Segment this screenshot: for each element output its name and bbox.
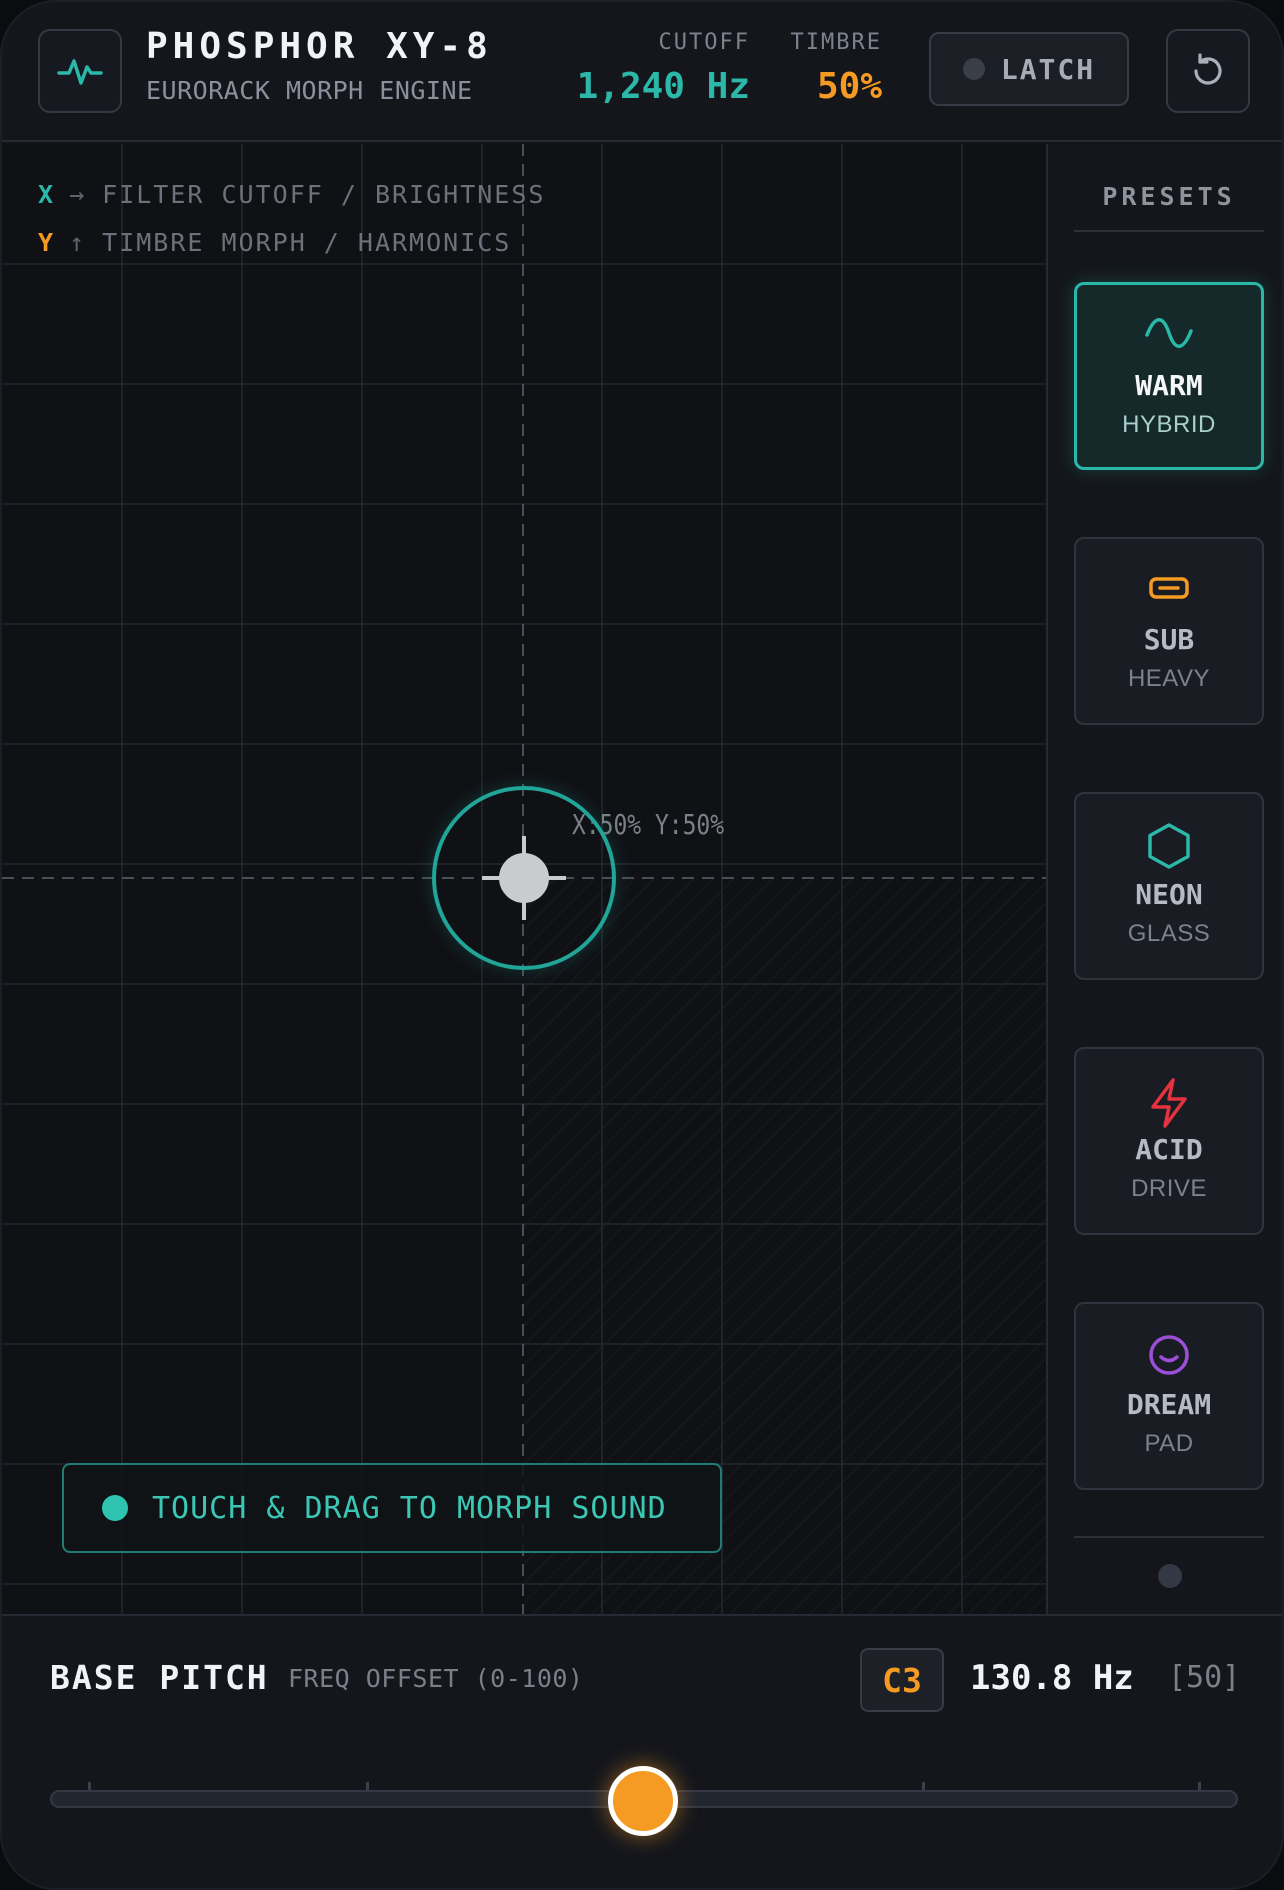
preset-sub: HYBRID [1122,411,1216,438]
presets-scroll-indicator[interactable] [1158,1564,1182,1588]
slider-tick [922,1782,925,1790]
latch-button[interactable]: LATCH [929,32,1129,106]
hint-text: TOUCH & DRAG TO MORPH SOUND [152,1490,667,1526]
preset-name: SUB [1143,623,1195,656]
latch-indicator [962,58,985,80]
latch-label: LATCH [1000,52,1096,86]
frequency-value: 130.8 Hz [970,1658,1134,1698]
app-subtitle: EURORACK MORPH ENGINE [146,76,473,105]
y-axis-label: TIMBRE MORPH / HARMONICS [102,228,512,257]
reset-button[interactable] [1166,29,1250,113]
slider-tick [1198,1782,1201,1790]
lightning-icon [1151,1078,1187,1128]
app-title: PHOSPHOR XY-8 [146,26,493,67]
xy-pad[interactable]: X → FILTER CUTOFF / BRIGHTNESS Y ↑ TIMBRE MO… [2,144,1046,1614]
preset-sub: GLASS [1127,920,1211,947]
preset-warm[interactable]: WARM HYBRID [1074,282,1264,470]
header: PHOSPHOR XY-8 EURORACK MORPH ENGINE CUTO… [2,2,1282,142]
preset-name: NEON [1135,878,1203,911]
x-axis-arrow: → [69,180,87,209]
y-axis-letter: Y [38,228,56,257]
y-axis-legend: Y ↑ TIMBRE MORPH / HARMONICS [38,228,511,257]
x-axis-legend: X → FILTER CUTOFF / BRIGHTNESS [38,180,545,209]
reset-icon [1194,53,1222,85]
base-pitch-panel: BASE PITCH FREQ OFFSET (0-100) C3 130.8 … [2,1614,1282,1888]
pulse-icon [38,29,122,113]
base-pitch-subtitle: FREQ OFFSET (0-100) [288,1664,584,1693]
preset-name: ACID [1135,1133,1203,1166]
preset-name: WARM [1135,369,1203,402]
cutoff-value: 1,240 Hz [576,66,750,107]
pitch-slider-thumb[interactable] [608,1766,678,1836]
slider-tick [88,1782,91,1790]
preset-sub: DRIVE [1131,1175,1207,1202]
preset-name: DREAM [1126,1388,1212,1421]
hexagon-icon [1148,823,1190,869]
preset-acid[interactable]: ACID DRIVE [1074,1047,1264,1235]
x-axis-letter: X [38,180,56,209]
base-pitch-title: BASE PITCH [50,1658,269,1697]
preset-sub[interactable]: SUB HEAVY [1074,537,1264,725]
preset-sub: HEAVY [1127,665,1211,692]
synth-app: PHOSPHOR XY-8 EURORACK MORPH ENGINE CUTO… [0,0,1284,1890]
presets-title: PRESETS [1102,182,1236,211]
hint-indicator [102,1495,128,1521]
preset-dream[interactable]: DREAM PAD [1074,1302,1264,1490]
y-axis-arrow: ↑ [69,228,87,257]
cutoff-label: CUTOFF [658,30,750,55]
presets-panel: PRESETS WARM HYBRID SUB HEAVY NEON GLASS… [1046,144,1282,1614]
preset-sub: PAD [1144,1430,1194,1457]
timbre-label: TIMBRE [790,30,882,55]
timbre-value: 50% [816,66,882,107]
smile-icon [1149,1335,1189,1375]
note-badge: C3 [860,1648,944,1712]
rounded-rect-icon [1149,577,1189,599]
preset-neon[interactable]: NEON GLASS [1074,792,1264,980]
x-axis-label: FILTER CUTOFF / BRIGHTNESS [102,180,546,209]
presets-divider [1074,230,1264,232]
presets-bottom-divider [1074,1536,1264,1538]
offset-value: [50] [1168,1660,1241,1695]
cursor-handle[interactable] [499,853,549,903]
sine-wave-icon [1145,318,1193,348]
drag-hint: TOUCH & DRAG TO MORPH SOUND [62,1463,722,1553]
slider-tick [366,1782,369,1790]
